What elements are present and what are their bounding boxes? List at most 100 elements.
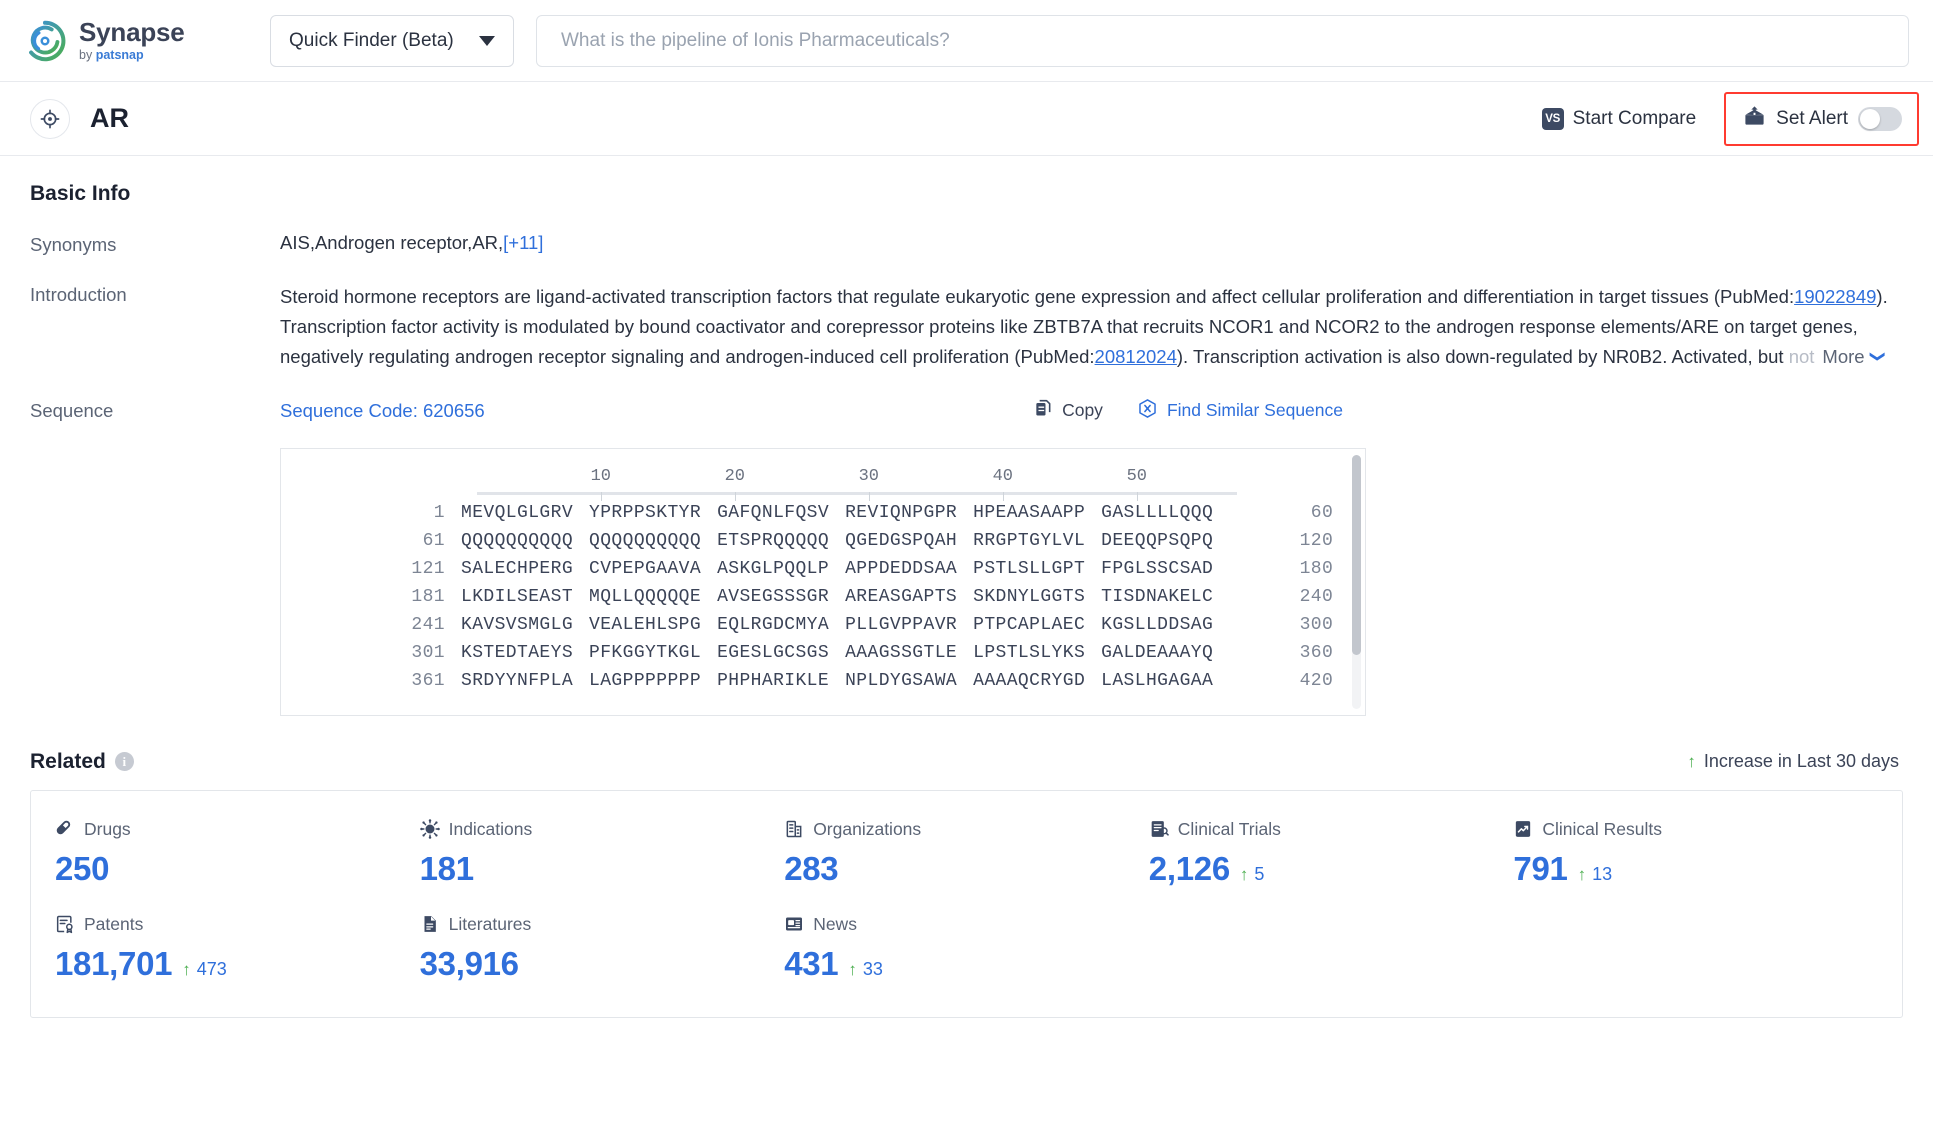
sequence-chunk: PHPHARIKLE — [717, 670, 830, 691]
sequence-chunk: EGESLGCSGS — [717, 642, 830, 663]
info-icon[interactable]: i — [114, 752, 134, 772]
set-alert-control[interactable]: Set Alert — [1724, 91, 1919, 146]
related-legend: ↑ Increase in Last 30 days — [1687, 751, 1903, 772]
sequence-ruler: 10 20 30 40 50 — [281, 467, 1365, 486]
sequence-line: 121 SALECHPERG CVPEPGAAVA ASKGLPQQLP APPDEDD… — [281, 559, 1365, 579]
sequence-chunk: GALDEAAAYQ — [1101, 642, 1214, 663]
stat-label: Indications — [448, 818, 533, 839]
sequence-chunk: MEVQLGLGRV — [461, 502, 574, 523]
search-input[interactable] — [559, 15, 1886, 66]
stat-value: 431 — [784, 944, 839, 982]
introduction-body: Steroid hormone receptors are ligand-act… — [280, 282, 1903, 372]
pubmed-link-1[interactable]: 19022849 — [1794, 286, 1876, 307]
sequence-chunk: QQQQQQQQQQ — [589, 530, 702, 551]
find-similar-sequence-label: Find Similar Sequence — [1166, 400, 1343, 421]
sequence-chunk: RRGPTGYLVL — [973, 530, 1086, 551]
related-heading: Related — [30, 749, 106, 773]
up-arrow-icon: ↑ — [1687, 751, 1696, 771]
copy-icon — [1033, 398, 1053, 423]
stat-label: Organizations — [813, 818, 922, 839]
search-box[interactable] — [536, 14, 1909, 67]
sequence-chunk: AAAGSSGTLE — [845, 642, 958, 663]
copy-button[interactable]: Copy — [1033, 398, 1103, 423]
related-stat-clinical-trials[interactable]: Clinical Trials 2,126 ↑ 5 — [1149, 819, 1514, 888]
stat-value: 283 — [784, 849, 839, 887]
synonyms-more-link[interactable]: [+11] — [503, 232, 543, 253]
up-arrow-icon: ↑ — [1239, 864, 1249, 884]
stat-value-row: 250 — [55, 850, 420, 888]
stat-delta-value: 473 — [196, 958, 227, 979]
stat-value: 181 — [419, 849, 474, 887]
pubmed-link-2[interactable]: 20812024 — [1095, 346, 1177, 367]
stat-header: Drugs — [55, 819, 420, 840]
related-stat-patents[interactable]: Patents 181,701 ↑ 473 — [55, 914, 420, 983]
sequence-line: 361 SRDYYNFPLA LAGPPPPPPP PHPHARIKLE NPLDYGS… — [281, 671, 1365, 691]
brand-logo[interactable]: Synapse by patsnap — [22, 18, 222, 64]
introduction-text: Steroid hormone receptors are ligand-act… — [280, 282, 1903, 372]
stat-delta-value: 33 — [862, 958, 883, 979]
sequence-end-index: 300 — [1299, 614, 1334, 635]
up-arrow-icon: ↑ — [1577, 864, 1587, 884]
sequence-chunk: KSTEDTAEYS — [461, 642, 574, 663]
stat-header: News — [784, 914, 1149, 935]
stat-value: 33,916 — [419, 944, 519, 982]
title-bar-actions: VS Start Compare Set Alert — [1528, 91, 1919, 146]
sequence-chunks: LKDILSEAST MQLLQQQQQE AVSEGSSSGR AREASGAPTS… — [461, 587, 1213, 607]
sequence-ruler-tick: 10 — [590, 466, 611, 486]
synonyms-row: Synonyms AIS,Androgen receptor,AR,[+11] — [30, 232, 1903, 256]
page-title: AR — [90, 103, 129, 133]
stat-delta-value: 5 — [1254, 863, 1265, 884]
sequence-line: 181 LKDILSEAST MQLLQQQQQE AVSEGSSSGR AREASGA… — [281, 587, 1365, 607]
related-stat-literatures[interactable]: Literatures 33,916 — [420, 914, 785, 983]
sequence-chunk: LASLHGAGAA — [1101, 670, 1214, 691]
start-compare-button[interactable]: VS Start Compare — [1528, 100, 1711, 138]
set-alert-label: Set Alert — [1776, 107, 1848, 129]
sequence-end-index: 240 — [1299, 586, 1334, 607]
related-stat-indications[interactable]: Indications 181 — [420, 819, 785, 888]
stat-value-row: 2,126 ↑ 5 — [1149, 850, 1514, 888]
sequence-line: 1 MEVQLGLGRV YPRPPSKTYR GAFQNLFQSV REVIQNPGP… — [281, 503, 1365, 523]
sequence-chunk: LPSTLSLYKS — [973, 642, 1086, 663]
related-card: Drugs 250 Indications 181 Organizations 283 Cl… — [30, 789, 1903, 1018]
building-icon — [784, 819, 804, 839]
sequence-chunk: TISDNAKELC — [1101, 586, 1214, 607]
sequence-chunk: KAVSVSMGLG — [461, 614, 574, 635]
related-stat-news[interactable]: News 431 ↑ 33 — [784, 914, 1149, 983]
sequence-chunk: LAGPPPPPPP — [589, 670, 702, 691]
sequence-chunk: PSTLSLLGPT — [973, 558, 1086, 579]
sequence-chunk: AVSEGSSSGR — [717, 586, 830, 607]
clinical-results-icon — [1513, 819, 1533, 839]
brand-by: by — [79, 48, 96, 63]
sequence-chunk: SKDNYLGGTS — [973, 586, 1086, 607]
stat-delta: ↑ 33 — [848, 959, 883, 980]
sequence-end-index: 180 — [1299, 558, 1334, 579]
sequence-start-index: 181 — [411, 586, 445, 607]
sequence-end-index: 360 — [1299, 642, 1334, 663]
sequence-ruler-tick: 40 — [992, 466, 1013, 486]
sequence-chunk: GAFQNLFQSV — [717, 502, 830, 523]
search-mode-select[interactable]: Quick Finder (Beta) — [270, 14, 514, 67]
sequence-end-index: 60 — [1310, 502, 1334, 523]
stat-label: Clinical Trials — [1177, 818, 1281, 839]
literature-icon — [420, 914, 440, 934]
sequence-scrollbar[interactable] — [1352, 454, 1361, 709]
sequence-chunk: PFKGGYTKGL — [589, 642, 702, 663]
stat-value: 2,126 — [1148, 849, 1230, 887]
related-stat-drugs[interactable]: Drugs 250 — [55, 819, 420, 888]
sequence-chunk: REVIQNPGPR — [845, 502, 958, 523]
introduction-more-button[interactable]: More ❮ — [1822, 342, 1884, 372]
sequence-start-index: 61 — [422, 530, 445, 551]
sequence-start-index: 121 — [411, 558, 445, 579]
related-stat-organizations[interactable]: Organizations 283 — [784, 819, 1149, 888]
sequence-code-link[interactable]: Sequence Code: 620656 — [280, 400, 485, 422]
sequence-rows: 1 MEVQLGLGRV YPRPPSKTYR GAFQNLFQSV REVIQNPGP… — [281, 503, 1365, 691]
sequence-viewer[interactable]: 10 20 30 40 50 1 MEVQLGLGRV YPRPPSKTYR GAFQNLFQ… — [280, 447, 1366, 716]
stat-header: Clinical Results — [1513, 819, 1878, 840]
related-stat-clinical-results[interactable]: Clinical Results 791 ↑ 13 — [1513, 819, 1878, 888]
sequence-chunks: SALECHPERG CVPEPGAAVA ASKGLPQQLP APPDEDDSAA… — [461, 559, 1213, 579]
set-alert-toggle[interactable] — [1858, 106, 1902, 131]
pill-icon — [55, 819, 75, 839]
find-similar-sequence-button[interactable]: Find Similar Sequence — [1137, 398, 1343, 424]
stat-label: News — [813, 913, 857, 934]
sequence-end-index: 420 — [1299, 670, 1334, 691]
